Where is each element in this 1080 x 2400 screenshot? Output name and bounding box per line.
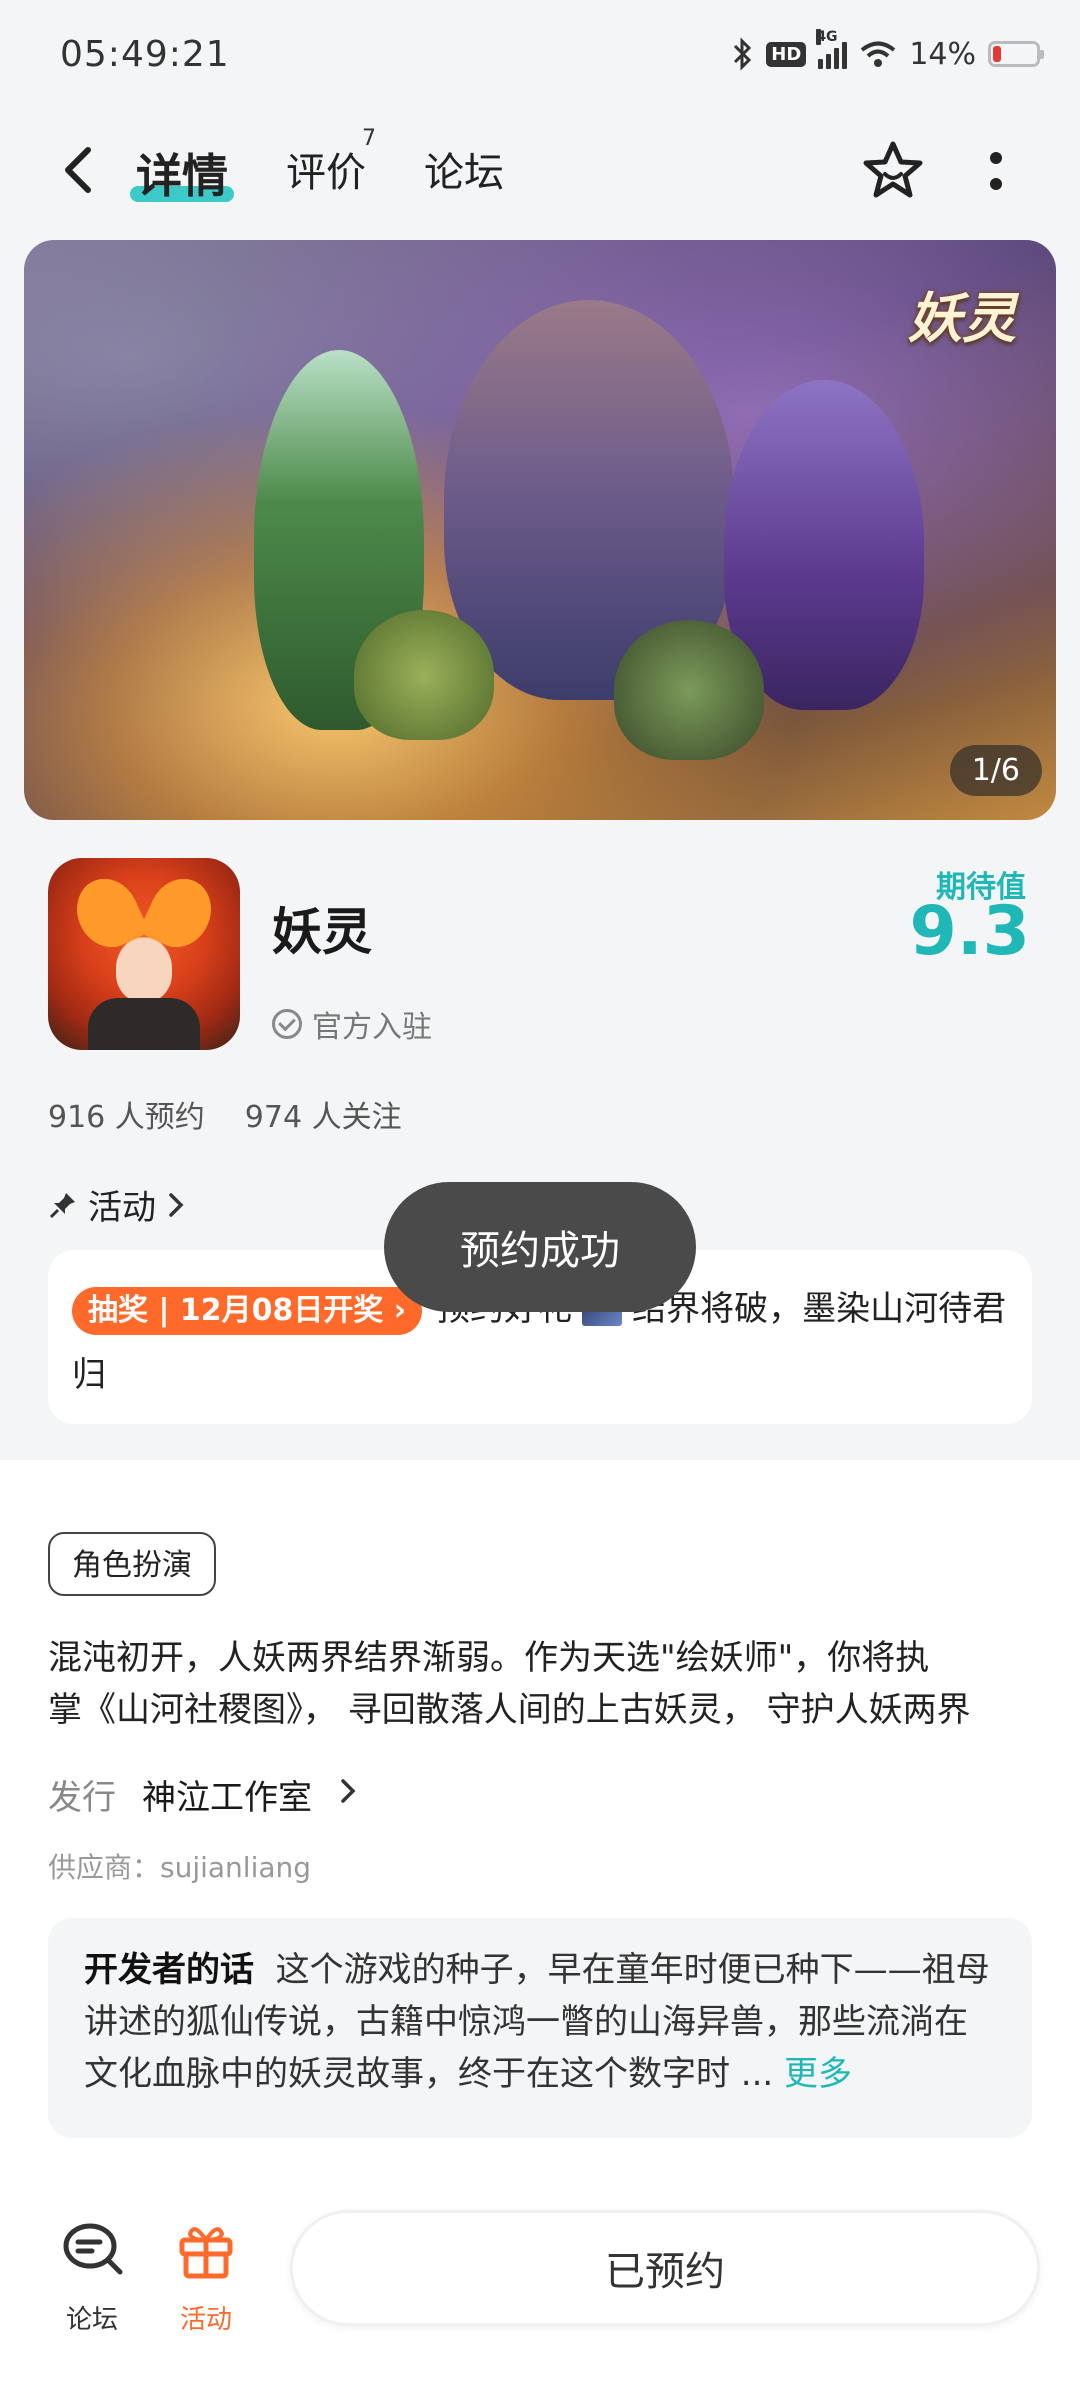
bottom-forum-button[interactable]: 论坛 xyxy=(42,2220,142,2336)
tab-details[interactable]: 详情 xyxy=(136,140,228,206)
tab-forum[interactable]: 论坛 xyxy=(424,140,504,198)
game-description[interactable]: 混沌初开，人妖两界结界渐弱。作为天选"绘妖师"，你将执 掌《山河社稷图》， 寻回… xyxy=(48,1632,1032,1736)
bottom-activity-label: 活动 xyxy=(179,2305,232,2335)
activity-heading: 活动 xyxy=(88,1188,156,1228)
supplier-info: 供应商：sujianliang xyxy=(48,1851,312,1884)
chevron-right-icon xyxy=(169,1192,184,1217)
top-nav: 详情 评价 7 论坛 xyxy=(0,120,1080,220)
gift-icon xyxy=(179,2227,233,2279)
verified-check-icon xyxy=(272,1009,302,1039)
app-name: 妖灵 xyxy=(272,903,372,961)
status-bar: 05:49:21 HD 4G 14% xyxy=(0,0,1080,120)
signal-icon: 4G xyxy=(816,29,848,69)
character-artwork-5 xyxy=(614,620,764,760)
screenshot-carousel[interactable]: 妖灵 1/6 xyxy=(24,240,1056,820)
official-badge: 官方入驻 xyxy=(272,1002,432,1046)
hd-badge: HD xyxy=(766,41,807,67)
expectation-score: 9.3 xyxy=(909,892,1030,971)
bottom-activity-button[interactable]: 活动 xyxy=(156,2220,256,2336)
chat-bubble-icon xyxy=(63,2223,123,2275)
toast-message: 预约成功 xyxy=(384,1182,696,1312)
bottom-forum-label: 论坛 xyxy=(65,2305,118,2335)
app-icon xyxy=(48,858,240,1050)
more-options-icon[interactable] xyxy=(978,142,1014,202)
publisher-row[interactable]: 发行 神泣工作室 xyxy=(48,1770,358,1819)
game-logo: 妖灵 xyxy=(908,286,1016,350)
more-link[interactable]: 更多 xyxy=(784,2054,852,2094)
follower-count: 974 人关注 xyxy=(244,1100,402,1135)
publisher-name: 神泣工作室 xyxy=(142,1778,312,1818)
lottery-tag-label: 抽奖 | 12月08日开奖 xyxy=(88,1292,384,1328)
description-line-1: 混沌初开，人妖两界结界渐弱。作为天选"绘妖师"，你将执 xyxy=(48,1638,930,1678)
pin-icon xyxy=(49,1192,75,1218)
reviews-count-badge: 7 xyxy=(362,126,376,151)
carousel-counter: 1/6 xyxy=(949,745,1042,796)
bottom-action-bar: 论坛 活动 已预约 xyxy=(0,2190,1080,2400)
bluetooth-icon xyxy=(734,37,752,71)
activity-header[interactable]: 活动 xyxy=(48,1180,186,1229)
publisher-label: 发行 xyxy=(48,1778,116,1818)
wifi-icon xyxy=(861,41,896,67)
battery-percent: 14% xyxy=(909,36,976,72)
reserved-button[interactable]: 已预约 xyxy=(290,2210,1040,2326)
reservation-count: 916 人预约 xyxy=(48,1100,205,1135)
favorite-star-icon[interactable] xyxy=(858,136,928,206)
network-type: 4G xyxy=(816,29,838,45)
tab-reviews[interactable]: 评价 xyxy=(286,140,366,198)
chevron-right-icon xyxy=(341,1779,356,1803)
lottery-tag[interactable]: 抽奖 | 12月08日开奖 › xyxy=(72,1286,423,1335)
app-stats: 916 人预约 974 人关注 xyxy=(48,1092,402,1136)
status-icons: HD 4G 14% xyxy=(732,29,1044,74)
description-line-2: 掌《山河社稷图》， 寻回散落人间的上古妖灵， 守护人妖两界 xyxy=(48,1690,971,1730)
developer-note-title: 开发者的话 xyxy=(84,1950,254,1990)
genre-tag[interactable]: 角色扮演 xyxy=(48,1532,216,1596)
official-label: 官方入驻 xyxy=(312,1010,432,1045)
battery-icon xyxy=(988,41,1044,67)
status-time: 05:49:21 xyxy=(60,34,230,75)
character-artwork-4 xyxy=(354,610,494,740)
developer-note-card[interactable]: 开发者的话 这个游戏的种子，早在童年时便已种下——祖母讲述的狐仙传说，古籍中惊鸿… xyxy=(48,1918,1032,2138)
back-arrow-icon[interactable] xyxy=(54,142,104,198)
